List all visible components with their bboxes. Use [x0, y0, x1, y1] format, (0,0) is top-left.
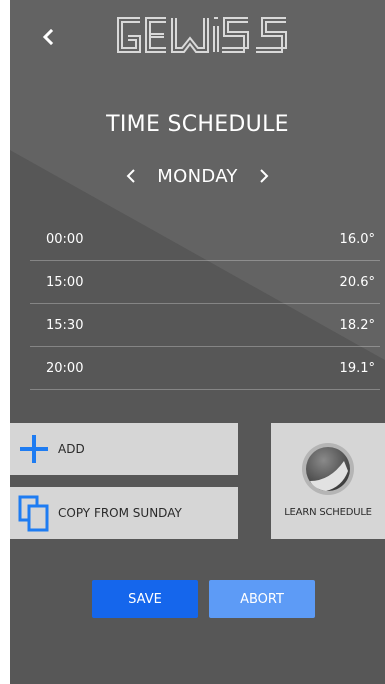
chevron-left-icon	[126, 169, 135, 183]
save-button[interactable]: SAVE	[92, 580, 198, 618]
learn-dial-icon	[302, 443, 354, 495]
schedule-row[interactable]: 20:00 19.1°	[30, 347, 380, 390]
schedule-time: 20:00	[46, 360, 84, 376]
abort-button[interactable]: ABORT	[209, 580, 315, 618]
day-label: MONDAY	[157, 165, 238, 187]
learn-schedule-label: LEARN SCHEDULE	[284, 507, 372, 518]
schedule-time: 15:30	[46, 317, 84, 333]
schedule-row[interactable]: 15:00 20.6°	[30, 261, 380, 304]
schedule-time: 00:00	[46, 231, 84, 247]
prev-day-button[interactable]	[121, 164, 141, 188]
schedule-temperature: 18.2°	[339, 317, 375, 333]
copy-from-sunday-button[interactable]: COPY FROM SUNDAY	[10, 487, 238, 539]
copy-icon	[18, 495, 49, 532]
gewiss-logo	[117, 17, 287, 53]
schedule-temperature: 20.6°	[339, 274, 375, 290]
next-day-button[interactable]	[254, 164, 274, 188]
day-selector: MONDAY	[10, 163, 385, 189]
learn-schedule-button[interactable]: LEARN SCHEDULE	[271, 423, 385, 539]
copy-label: COPY FROM SUNDAY	[58, 506, 182, 520]
schedule-temperature: 16.0°	[339, 231, 375, 247]
schedule-row[interactable]: 00:00 16.0°	[30, 218, 380, 261]
add-button[interactable]: ADD	[10, 423, 238, 475]
page-title: TIME SCHEDULE	[106, 112, 289, 137]
back-button[interactable]	[36, 24, 60, 50]
schedule-temperature: 19.1°	[339, 360, 375, 376]
chevron-right-icon	[259, 169, 269, 183]
time-schedule-screen: TIME SCHEDULE MONDAY 00:00 16.0° 15:00 2…	[10, 0, 385, 684]
schedule-list: 00:00 16.0° 15:00 20.6° 15:30 18.2° 20:0…	[30, 218, 380, 390]
chevron-left-icon	[42, 29, 54, 45]
schedule-time: 15:00	[46, 274, 84, 290]
add-label: ADD	[58, 442, 85, 456]
plus-icon	[20, 435, 48, 463]
schedule-row[interactable]: 15:30 18.2°	[30, 304, 380, 347]
